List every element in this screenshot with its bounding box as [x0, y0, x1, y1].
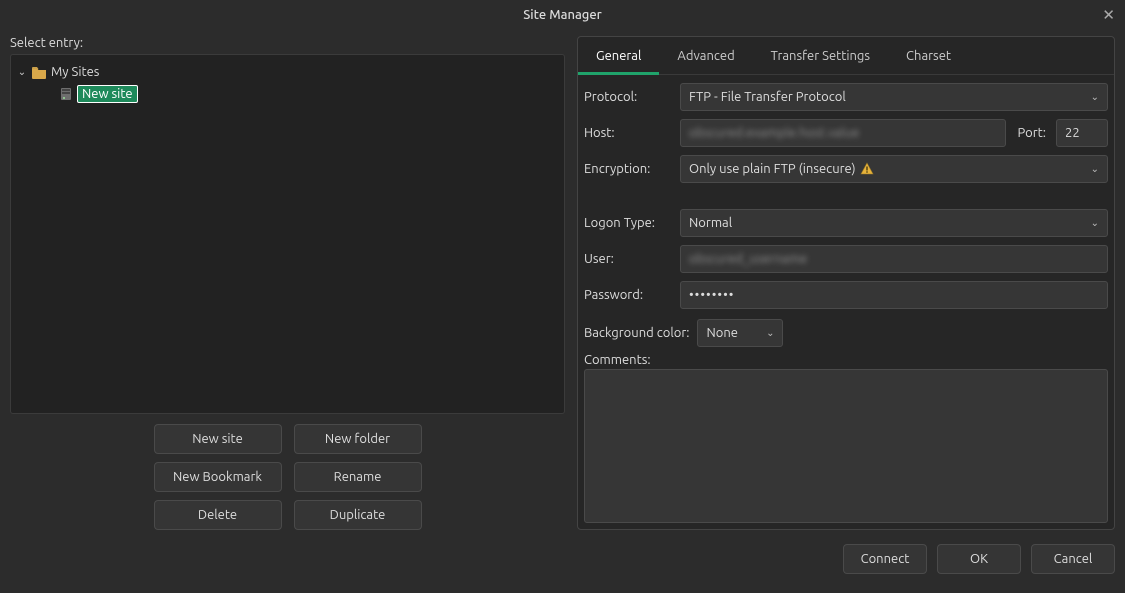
- tab-general[interactable]: General: [578, 37, 659, 74]
- host-value: obscured.example.host.value: [689, 126, 859, 140]
- user-row: User: obscured_username: [584, 245, 1108, 273]
- general-form: Protocol: FTP - File Transfer Protocol ⌄…: [578, 75, 1114, 315]
- encryption-label: Encryption:: [584, 162, 674, 176]
- select-entry-label: Select entry:: [10, 36, 565, 50]
- password-input[interactable]: ••••••••: [680, 281, 1108, 309]
- tabs: General Advanced Transfer Settings Chars…: [578, 37, 1114, 75]
- encryption-value: Only use plain FTP (insecure): [689, 162, 856, 176]
- new-folder-button[interactable]: New folder: [294, 424, 422, 454]
- password-value: ••••••••: [689, 288, 734, 302]
- cancel-button[interactable]: Cancel: [1031, 544, 1115, 574]
- left-panel: Select entry: ⌄ My Sites New site New si…: [10, 36, 565, 530]
- port-value: 22: [1065, 126, 1080, 140]
- chevron-down-icon: ⌄: [1091, 163, 1099, 175]
- window-title: Site Manager: [523, 8, 602, 22]
- folder-icon: [31, 65, 47, 79]
- tab-charset[interactable]: Charset: [888, 37, 969, 74]
- chevron-down-icon: ⌄: [1091, 217, 1099, 229]
- connect-button[interactable]: Connect: [843, 544, 927, 574]
- close-icon[interactable]: ✕: [1102, 6, 1115, 24]
- host-row: Host: obscured.example.host.value Port: …: [584, 119, 1108, 147]
- left-buttons: New site New folder New Bookmark Rename …: [10, 424, 565, 530]
- tree-site-label[interactable]: New site: [77, 85, 138, 103]
- site-tree[interactable]: ⌄ My Sites New site: [10, 54, 565, 414]
- server-icon: [59, 87, 73, 101]
- tab-transfer-settings[interactable]: Transfer Settings: [753, 37, 888, 74]
- logon-dropdown[interactable]: Normal ⌄: [680, 209, 1108, 237]
- host-input[interactable]: obscured.example.host.value: [680, 119, 1006, 147]
- logon-label: Logon Type:: [584, 216, 674, 230]
- ok-button[interactable]: OK: [937, 544, 1021, 574]
- right-panel: General Advanced Transfer Settings Chars…: [577, 36, 1115, 530]
- logon-value: Normal: [689, 216, 732, 230]
- protocol-label: Protocol:: [584, 90, 674, 104]
- bottom-form: Background color: None ⌄ Comments:: [578, 315, 1114, 529]
- password-row: Password: ••••••••: [584, 281, 1108, 309]
- protocol-dropdown[interactable]: FTP - File Transfer Protocol ⌄: [680, 83, 1108, 111]
- separator: [584, 191, 1108, 201]
- bgcolor-row: Background color: None ⌄: [584, 319, 1108, 347]
- encryption-row: Encryption: Only use plain FTP (insecure…: [584, 155, 1108, 183]
- port-input[interactable]: 22: [1056, 119, 1108, 147]
- chevron-down-icon: ⌄: [766, 327, 774, 339]
- chevron-down-icon: ⌄: [1091, 91, 1099, 103]
- delete-button[interactable]: Delete: [154, 500, 282, 530]
- titlebar: Site Manager ✕: [0, 0, 1125, 30]
- user-value: obscured_username: [689, 252, 807, 266]
- tab-advanced[interactable]: Advanced: [659, 37, 752, 74]
- host-label: Host:: [584, 126, 674, 140]
- tree-root-label: My Sites: [51, 65, 99, 79]
- bgcolor-dropdown[interactable]: None ⌄: [697, 319, 783, 347]
- logon-row: Logon Type: Normal ⌄: [584, 209, 1108, 237]
- warning-icon: [860, 162, 874, 176]
- new-site-button[interactable]: New site: [154, 424, 282, 454]
- protocol-value: FTP - File Transfer Protocol: [689, 90, 846, 104]
- tree-site-row[interactable]: New site: [15, 83, 560, 105]
- port-label: Port:: [1012, 126, 1050, 140]
- chevron-down-icon[interactable]: ⌄: [15, 66, 29, 78]
- rename-button[interactable]: Rename: [294, 462, 422, 492]
- bgcolor-label: Background color:: [584, 326, 689, 340]
- comments-label: Comments:: [584, 353, 1108, 367]
- footer-buttons: Connect OK Cancel: [0, 530, 1125, 574]
- main-area: Select entry: ⌄ My Sites New site New si…: [0, 30, 1125, 530]
- user-input[interactable]: obscured_username: [680, 245, 1108, 273]
- tree-root-row[interactable]: ⌄ My Sites: [15, 61, 560, 83]
- user-label: User:: [584, 252, 674, 266]
- duplicate-button[interactable]: Duplicate: [294, 500, 422, 530]
- new-bookmark-button[interactable]: New Bookmark: [154, 462, 282, 492]
- bgcolor-value: None: [706, 326, 738, 340]
- protocol-row: Protocol: FTP - File Transfer Protocol ⌄: [584, 83, 1108, 111]
- password-label: Password:: [584, 288, 674, 302]
- encryption-dropdown[interactable]: Only use plain FTP (insecure) ⌄: [680, 155, 1108, 183]
- comments-textarea[interactable]: [584, 369, 1108, 523]
